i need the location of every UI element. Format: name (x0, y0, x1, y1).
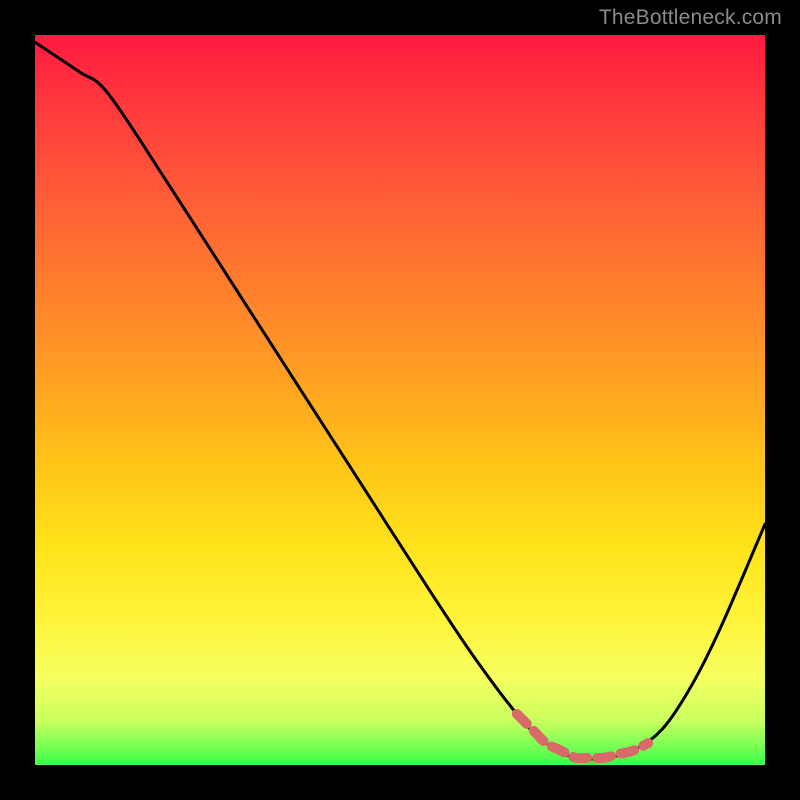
watermark-text: TheBottleneck.com (599, 6, 782, 30)
sweet-spot-highlight-path (517, 714, 648, 758)
bottleneck-curve-path (35, 42, 765, 759)
curve-svg (35, 35, 765, 765)
chart-frame: TheBottleneck.com (0, 0, 800, 800)
plot-area (35, 35, 765, 765)
